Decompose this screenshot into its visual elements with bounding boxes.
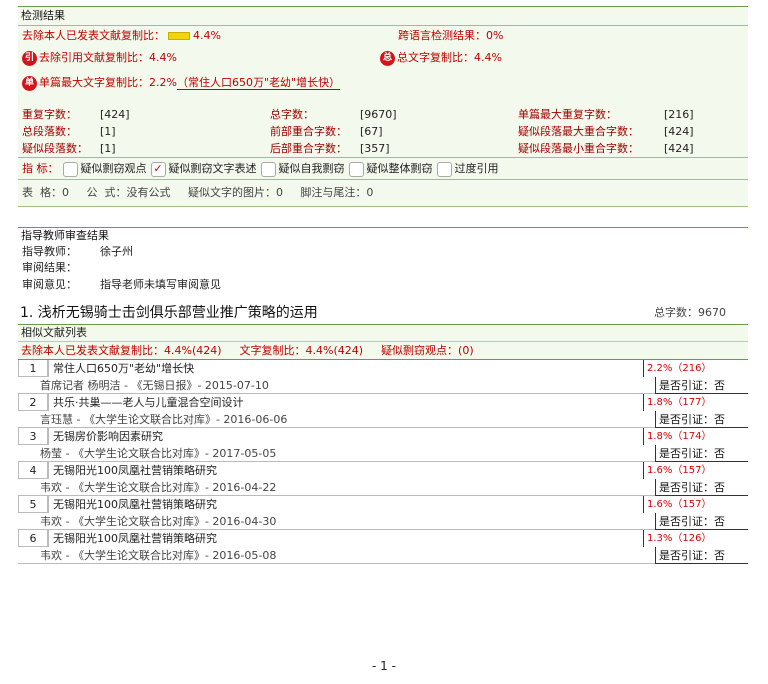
stat-cell: 疑似段落最大重合字数： [424] — [518, 125, 694, 138]
single-max-value: 2.2% — [149, 76, 177, 89]
stat-cell: 总字数： [9670] — [270, 108, 397, 121]
item-cite: 是否引证：否 — [655, 445, 748, 462]
item-title[interactable]: 无锡房价影响因素研究 — [48, 428, 643, 445]
item-percent: 1.8%（174） — [643, 428, 737, 445]
single-max-source[interactable]: （常住人口650万"老幼"增长快） — [176, 76, 341, 90]
item-number: 3 — [18, 428, 48, 445]
similar-item[interactable]: 2 共乐·共巢——老人与儿童混合空间设计 1.8%（177） 言珏慧 - 《大学生论文… — [18, 394, 748, 428]
item-source: 韦欢 - 《大学生论文联合比对库》- 2016-04-30 — [18, 513, 656, 530]
item-percent: 1.6%（157） — [643, 462, 737, 479]
paper-title: 1. 浅析无锡骑士击剑俱乐部营业推广策略的运用 — [20, 305, 318, 321]
stat-cell: 总段落数： [1] — [22, 125, 116, 138]
checkbox-icon[interactable] — [436, 161, 452, 177]
report: 检测结果 去除本人已发表文献复制比： 4.4% 跨语言检测结果：0% 引去除引用文… — [18, 6, 748, 564]
similar-summary: 去除本人已发表文献复制比：4.4%(424) 文字复制比：4.4%(424) 疑似剽… — [18, 342, 748, 360]
checkbox-checked-icon[interactable]: ✓ — [150, 161, 166, 177]
opinion-value: 指导老师未填写审阅意见 — [100, 278, 221, 291]
item-percent: 1.8%（177） — [643, 394, 737, 411]
cross-lang-value: 0% — [486, 29, 504, 42]
similar-item[interactable]: 3 无锡房价影响因素研究 1.8%（174） 杨莹 - 《大学生论文联合比对库》- 2… — [18, 428, 748, 462]
similar-item[interactable]: 6 无锡阳光100凤凰社营销策略研究 1.3%（126） 韦欢 - 《大学生论文联合比… — [18, 530, 748, 564]
result-label: 审阅结果： — [22, 261, 77, 274]
item-title[interactable]: 无锡阳光100凤凰社营销策略研究 — [48, 496, 643, 513]
quote-badge-icon: 引 — [22, 50, 37, 66]
item-source: 首席记者 杨明洁 - 《无锡日报》- 2015-07-10 — [18, 377, 656, 394]
cross-lang-label: 跨语言检测结果： — [398, 29, 486, 42]
item-cite: 是否引证：否 — [655, 411, 748, 428]
stat-cell: 疑似段落最小重合字数： [424] — [518, 142, 694, 155]
ratio-bar — [168, 32, 190, 40]
item-number: 4 — [18, 462, 48, 479]
similar-item[interactable]: 4 无锡阳光100凤凰社营销策略研究 1.6%（157） 韦欢 - 《大学生论文联合比… — [18, 462, 748, 496]
review-header: 指导教师审查结果 — [21, 229, 109, 242]
checkbox-icon[interactable] — [62, 161, 78, 177]
stats-grid: 重复字数： [424] 总字数： [9670] 单篇最大重复字数： [216] 总段落… — [18, 106, 748, 157]
stat-cell: 后部重合字数： [357] — [270, 142, 390, 155]
item-cite: 是否引证：否 — [655, 479, 748, 496]
item-source: 言珏慧 - 《大学生论文联合比对库》- 2016-06-06 — [18, 411, 656, 428]
single-max-row: 单单篇最大文字复制比：2.2%（常住人口650万"老幼"增长快） — [18, 70, 748, 96]
item-number: 6 — [18, 530, 48, 547]
paper-section: 1. 浅析无锡骑士击剑俱乐部营业推广策略的运用 总字数：9670 相似文献列表 … — [18, 302, 748, 564]
item-cite: 是否引证：否 — [655, 513, 748, 530]
indicators-row: 指 标： 疑似剽窃观点 ✓ 疑似剽窃文字表述 疑似自我剽窃 疑似整体剽窃 过度引用 — [18, 157, 748, 179]
item-percent: 2.2%（216） — [643, 360, 737, 377]
item-title[interactable]: 无锡阳光100凤凰社营销策略研究 — [48, 462, 643, 479]
stat-cell: 前部重合字数： [67] — [270, 125, 383, 138]
item-percent: 1.3%（126） — [643, 530, 737, 547]
item-cite: 是否引证：否 — [655, 377, 748, 394]
item-cite: 是否引证：否 — [655, 547, 748, 564]
item-title[interactable]: 常住人口650万"老幼"增长快 — [48, 360, 643, 377]
similar-item[interactable]: 1 常住人口650万"老幼"增长快 2.2%（216） 首席记者 杨明洁 - 《无锡日… — [18, 360, 748, 394]
review-panel: 指导教师审查结果 指导教师： 徐子州 审阅结果： 审阅意见： 指导老师未填写审阅意见 — [18, 227, 748, 294]
exclude-self-row: 去除本人已发表文献复制比： 4.4% 跨语言检测结果：0% — [18, 26, 748, 46]
checkbox-icon[interactable] — [260, 161, 276, 177]
page-number: - 1 - — [372, 659, 396, 673]
total-copy-value: 4.4% — [474, 51, 502, 64]
total-copy-label: 总文字复制比： — [397, 51, 474, 64]
similar-list: 1 常住人口650万"老幼"增长快 2.2%（216） 首席记者 杨明洁 - 《无锡日… — [18, 360, 748, 564]
teacher-label: 指导教师： — [22, 245, 77, 258]
item-number: 1 — [18, 360, 48, 377]
similar-item[interactable]: 5 无锡阳光100凤凰社营销策略研究 1.6%（157） 韦欢 - 《大学生论文联合比… — [18, 496, 748, 530]
teacher-value: 徐子州 — [100, 245, 133, 258]
item-source: 韦欢 - 《大学生论文联合比对库》- 2016-04-22 — [18, 479, 656, 496]
detect-header: 检测结果 — [18, 7, 748, 26]
item-source: 杨莹 - 《大学生论文联合比对库》- 2017-05-05 — [18, 445, 656, 462]
paper-word-count: 总字数：9670 — [654, 306, 726, 319]
misc-row: 表 格：0 公 式：没有公式 疑似文字的图片：0 脚注与尾注：0 — [18, 179, 748, 207]
opinion-label: 审阅意见： — [22, 278, 77, 291]
item-title[interactable]: 无锡阳光100凤凰社营销策略研究 — [48, 530, 643, 547]
exclude-self-value: 4.4% — [193, 29, 221, 42]
exclude-quote-label: 去除引用文献复制比： — [39, 51, 149, 64]
single-badge-icon: 单 — [22, 75, 37, 91]
checkbox-icon[interactable] — [348, 161, 364, 177]
detect-panel: 检测结果 去除本人已发表文献复制比： 4.4% 跨语言检测结果：0% 引去除引用文… — [18, 6, 748, 207]
item-number: 5 — [18, 496, 48, 513]
stat-cell: 单篇最大重复字数： [216] — [518, 108, 694, 121]
item-number: 2 — [18, 394, 48, 411]
indicator-label: 指 标： — [22, 162, 59, 175]
quote-total-row: 引去除引用文献复制比：4.4% 总总文字复制比：4.4% — [18, 46, 748, 70]
item-title[interactable]: 共乐·共巢——老人与儿童混合空间设计 — [48, 394, 643, 411]
single-max-label: 单篇最大文字复制比： — [39, 76, 149, 89]
total-badge-icon: 总 — [380, 50, 395, 66]
similar-list-header: 相似文献列表 — [18, 325, 748, 342]
item-source: 韦欢 - 《大学生论文联合比对库》- 2016-05-08 — [18, 547, 656, 564]
item-percent: 1.6%（157） — [643, 496, 737, 513]
exclude-quote-value: 4.4% — [149, 51, 177, 64]
stat-cell: 疑似段落数： [1] — [22, 142, 116, 155]
stat-cell: 重复字数： [424] — [22, 108, 130, 121]
exclude-self-label: 去除本人已发表文献复制比： — [22, 29, 165, 42]
